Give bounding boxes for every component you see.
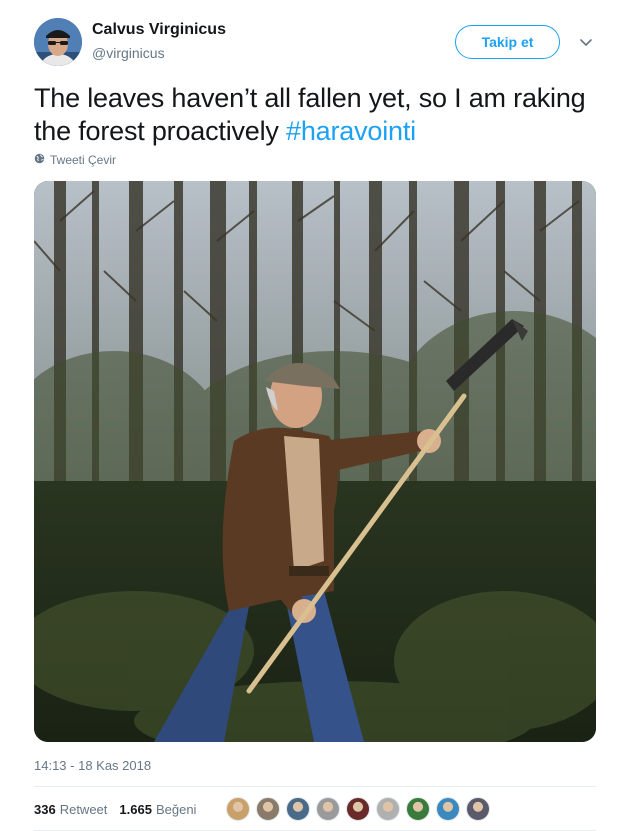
globe-icon xyxy=(34,153,45,167)
retweet-label: Retweet xyxy=(59,802,108,817)
follow-button[interactable]: Takip et xyxy=(455,25,560,59)
translate-tweet-link[interactable]: Tweeti Çevir xyxy=(34,153,116,167)
tweet-photo[interactable] xyxy=(34,181,596,742)
liker-avatars xyxy=(226,797,496,821)
translate-label: Tweeti Çevir xyxy=(50,153,117,167)
engagement-stats: 336 Retweet 1.665 Beğeni xyxy=(34,802,208,817)
like-count: 1.665 xyxy=(119,802,152,817)
liker-avatar[interactable] xyxy=(466,797,490,821)
liker-avatar[interactable] xyxy=(286,797,310,821)
retweet-count: 336 xyxy=(34,802,56,817)
retweet-stat[interactable]: 336 Retweet xyxy=(34,802,107,817)
author-handle[interactable]: @virginicus xyxy=(92,45,165,61)
liker-avatar[interactable] xyxy=(436,797,460,821)
hashtag-link[interactable]: #haravointi xyxy=(286,116,416,146)
liker-avatar[interactable] xyxy=(406,797,430,821)
liker-avatar[interactable] xyxy=(316,797,340,821)
tweet-timestamp[interactable]: 14:13 - 18 Kas 2018 xyxy=(34,758,151,773)
liker-avatar[interactable] xyxy=(346,797,370,821)
like-stat[interactable]: 1.665 Beğeni xyxy=(119,802,196,817)
divider xyxy=(34,786,596,787)
liker-avatar[interactable] xyxy=(226,797,250,821)
like-label: Beğeni xyxy=(155,802,197,817)
author-display-name[interactable]: Calvus Virginicus xyxy=(92,21,226,39)
liker-avatar[interactable] xyxy=(256,797,280,821)
tweet-text: The leaves haven’t all fallen yet, so I … xyxy=(34,82,594,148)
tweet-card: Calvus Virginicus @virginicus Takip et T… xyxy=(0,0,623,831)
chevron-down-icon[interactable] xyxy=(576,32,596,52)
author-avatar[interactable] xyxy=(34,18,82,66)
liker-avatar[interactable] xyxy=(376,797,400,821)
